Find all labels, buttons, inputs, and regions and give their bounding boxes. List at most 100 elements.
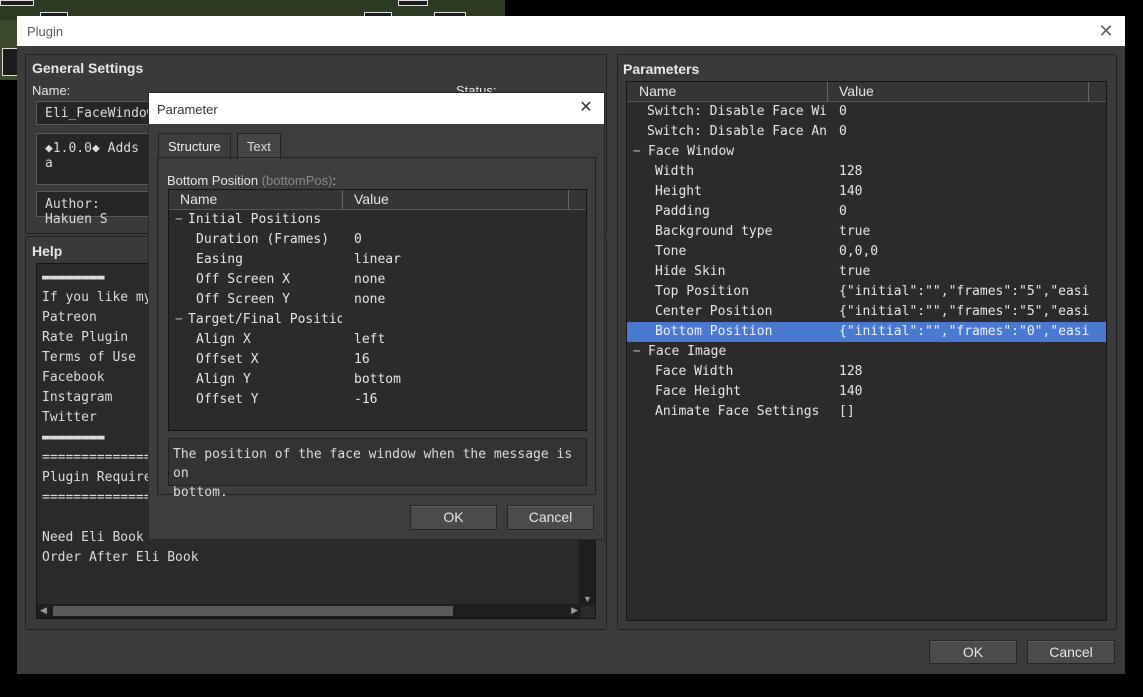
row-name: Face Window [648,144,735,159]
field-label-text: Bottom Position [167,173,259,188]
help-title: Help [32,243,63,259]
collapse-icon[interactable]: − [175,210,183,230]
tree-row[interactable]: Easing linear [169,250,586,270]
map-tile [0,0,34,6]
tree-row[interactable]: Bottom Position {"initial":"","frames":"0… [627,322,1106,342]
row-name: Align Y [196,372,251,387]
field-key: (bottomPos) [261,173,333,188]
row-name: Hide Skin [655,264,726,279]
tree-row[interactable]: Width 128 [627,162,1106,182]
column-divider[interactable] [827,82,828,102]
row-value: {"initial":"","frames":"0","easing… [839,324,1089,339]
parameters-grid[interactable]: Name Value Switch: Disable Face Win… 0 Swi… [626,81,1107,621]
column-header-name[interactable]: Name [639,83,676,99]
tree-row[interactable]: Align X left [169,330,586,350]
parameter-dialog-titlebar: Parameter [149,93,604,124]
parameters-rows: Switch: Disable Face Win… 0 Switch: Disabl… [627,102,1106,422]
tree-row[interactable]: Duration (Frames) 0 [169,230,586,250]
field-label-colon: : [332,173,337,188]
parameters-grid-header: Name Value [627,82,1106,102]
row-value: 128 [839,164,863,179]
tree-row[interactable]: Tone 0,0,0 [627,242,1106,262]
plugin-author-field[interactable]: Author: Hakuen S [36,191,156,227]
tree-row[interactable]: Offset X 16 [169,350,586,370]
row-value: [] [839,404,855,419]
row-name: Offset X [196,352,259,367]
close-icon[interactable]: ✕ [1095,20,1117,42]
tree-group-row[interactable]: −Target/Final Positions [169,310,586,330]
column-divider[interactable] [342,190,343,210]
close-icon[interactable]: ✕ [576,98,596,118]
row-name: Height [655,184,702,199]
tree-row[interactable]: Face Width 128 [627,362,1106,382]
map-tile [398,0,428,6]
tree-row[interactable]: Hide Skin true [627,262,1106,282]
row-name: Align X [196,332,251,347]
structure-grid[interactable]: Name Value − Initial Positions Duration (F… [168,189,587,431]
tree-row[interactable]: Center Position {"initial":"","frames":"5… [627,302,1106,322]
row-name: Width [655,164,695,179]
tree-group-row[interactable]: − Initial Positions [169,210,586,230]
collapse-icon[interactable]: − [633,142,641,162]
tree-group-row[interactable]: − Face Image [627,342,1106,362]
scroll-left-icon[interactable]: ◀ [40,605,47,616]
tree-row[interactable]: Off Screen X none [169,270,586,290]
help-scroll-thumb[interactable] [53,606,453,616]
column-header-name[interactable]: Name [180,191,217,207]
collapse-icon[interactable]: − [175,310,183,330]
plugin-description-field[interactable]: ◆1.0.0◆ Adds a [36,133,156,185]
ok-button[interactable]: OK [929,640,1017,664]
row-value: none [354,272,386,287]
row-name: Face Image [648,344,727,359]
tree-row[interactable]: Align Y bottom [169,370,586,390]
plugin-name-value: Eli_FaceWindow [45,106,155,121]
tree-group-row[interactable]: − Face Window [627,142,1106,162]
scroll-down-icon[interactable]: ▼ [583,594,592,604]
tree-row[interactable]: Padding 0 [627,202,1106,222]
help-line [42,568,465,588]
row-name: Top Position [655,284,749,299]
dialog-ok-button[interactable]: OK [410,505,497,530]
row-value: 140 [839,384,863,399]
help-line: Order After Eli Book [42,550,199,565]
tab-structure[interactable]: Structure [158,133,231,159]
row-value: 0 [839,104,847,119]
tree-row[interactable]: Animate Face Settings [] [627,402,1106,422]
description-line: bottom. [173,485,228,500]
help-horizontal-scrollbar[interactable]: ◀ ▶ [37,604,581,618]
column-divider[interactable] [1088,82,1089,102]
scroll-right-icon[interactable]: ▶ [571,605,578,616]
collapse-icon[interactable]: − [633,342,641,362]
parameters-panel: Parameters Name Value Switch: Disable Fa… [617,54,1117,630]
row-value: 0 [839,204,847,219]
tree-row[interactable]: Top Position {"initial":"","frames":"5","… [627,282,1106,302]
plugin-window-titlebar: Plugin [17,16,1125,46]
cancel-button[interactable]: Cancel [1027,640,1115,664]
tree-row[interactable]: Face Height 140 [627,382,1106,402]
plugin-description-value: ◆1.0.0◆ Adds a [45,141,139,171]
plugin-author-value: Author: Hakuen S [45,197,108,227]
row-name: Tone [655,244,687,259]
row-value: true [839,224,871,239]
tab-text[interactable]: Text [237,133,281,159]
row-value: -16 [354,392,378,407]
parameter-description-box: The position of the face window when the… [168,438,587,500]
row-name: Background type [655,224,773,239]
row-name: Off Screen X [196,272,290,287]
tree-row[interactable]: Background type true [627,222,1106,242]
column-divider[interactable] [568,190,569,210]
column-header-value[interactable]: Value [839,83,874,99]
parameters-title: Parameters [623,61,700,77]
row-value: left [354,332,386,347]
row-value: true [839,264,871,279]
description-line: The position of the face window when the… [173,447,573,481]
tree-row[interactable]: Switch: Disable Face Win… 0 [627,102,1106,122]
tree-row[interactable]: Offset Y -16 [169,390,586,410]
dialog-cancel-button[interactable]: Cancel [507,505,594,530]
tree-row[interactable]: Height 140 [627,182,1106,202]
tree-row[interactable]: Off Screen Y none [169,290,586,310]
column-header-value[interactable]: Value [354,191,389,207]
tree-row[interactable]: Switch: Disable Face Ani… 0 [627,122,1106,142]
row-name: Bottom Position [655,324,773,339]
plugin-name-field[interactable]: Eli_FaceWindow [36,101,156,125]
